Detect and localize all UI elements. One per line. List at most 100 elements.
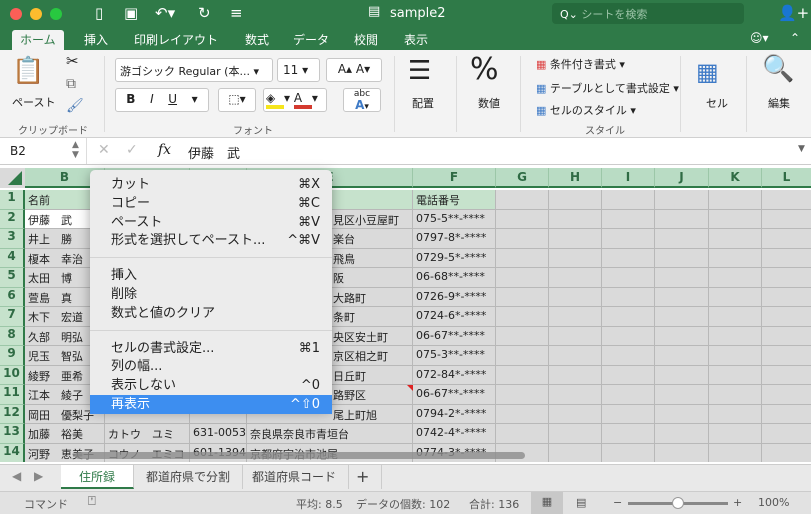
cell-I5[interactable] [602,268,655,288]
zoom-button[interactable] [50,8,62,20]
row-header[interactable]: 4 [0,248,25,268]
customize-toolbar-icon[interactable]: ≡ [230,4,243,22]
row-header[interactable]: 11 [0,385,25,405]
cell-G12[interactable] [496,404,549,424]
insert-function-button[interactable]: fx [158,142,171,158]
zoom-in-button[interactable]: + [733,496,742,509]
cell-J13[interactable] [655,424,709,444]
sheet-tab-address-book[interactable]: 住所録 [61,465,135,489]
sheet-tab-by-prefecture[interactable]: 都道府県で分割 [134,465,244,489]
tab-page-layout[interactable]: 印刷レイアウト [126,30,226,49]
cell-J11[interactable] [655,385,709,405]
cell-J7[interactable] [655,307,709,327]
redo-icon[interactable]: ↻ [198,4,211,22]
zoom-slider-knob[interactable] [672,497,684,509]
find-icon[interactable]: 🔍 [762,54,794,84]
prev-sheet-icon[interactable]: ◀ [12,469,21,483]
cell-G13[interactable] [496,424,549,444]
cell-F2[interactable]: 075-5**-**** [413,209,496,229]
menu-item[interactable]: セルの書式設定... ⌘1 [90,339,332,358]
cell-B13[interactable]: 加藤 裕美 [25,424,105,444]
cell-F10[interactable]: 072-84*-**** [413,365,496,385]
cell-F1[interactable]: 電話番号 [413,190,496,210]
cell-J12[interactable] [655,404,709,424]
font-size-select[interactable]: 11 ▾ [277,58,320,82]
cell-G3[interactable] [496,229,549,249]
cell-D13[interactable]: 631-0053 [190,424,247,444]
cell-F13[interactable]: 0742-4*-**** [413,424,496,444]
cell-G6[interactable] [496,287,549,307]
cell-J4[interactable] [655,248,709,268]
save-icon[interactable]: ▣ [124,4,138,22]
column-header-K[interactable]: K [709,168,762,188]
menu-item[interactable]: カット ⌘X [90,175,332,194]
cell-K11[interactable] [709,385,762,405]
cell-L12[interactable] [762,404,811,424]
tab-data[interactable]: データ [285,30,337,49]
add-sheet-button[interactable]: + [344,465,383,489]
cell-J3[interactable] [655,229,709,249]
underline-button[interactable]: U [168,92,177,108]
cell-I8[interactable] [602,326,655,346]
row-header[interactable]: 6 [0,287,25,307]
row-header[interactable]: 14 [0,443,25,462]
fill-color-icon[interactable]: ◈ [266,91,284,109]
column-header-L[interactable]: L [762,168,811,188]
bold-button[interactable]: B [126,92,135,108]
cell-H1[interactable] [549,190,602,210]
cell-F3[interactable]: 0797-8*-**** [413,229,496,249]
cell-L9[interactable] [762,346,811,366]
cell-K9[interactable] [709,346,762,366]
cell-L6[interactable] [762,287,811,307]
cell-L5[interactable] [762,268,811,288]
font-name-select[interactable]: 游ゴシック Regular (本... ▾ [115,58,273,82]
cell-H9[interactable] [549,346,602,366]
cell-I6[interactable] [602,287,655,307]
cell-K12[interactable] [709,404,762,424]
share-icon[interactable]: 👤+ [778,4,809,22]
cell-K5[interactable] [709,268,762,288]
row-header[interactable]: 2 [0,209,25,229]
cell-F8[interactable]: 06-67**-**** [413,326,496,346]
minimize-button[interactable] [30,8,42,20]
cell-I10[interactable] [602,365,655,385]
align-button[interactable]: 配置 [412,95,434,111]
cell-G8[interactable] [496,326,549,346]
cell-K8[interactable] [709,326,762,346]
cell-I13[interactable] [602,424,655,444]
tab-review[interactable]: 校閲 [346,30,386,49]
cell-I14[interactable] [602,443,655,462]
cell-J1[interactable] [655,190,709,210]
cell-J8[interactable] [655,326,709,346]
cell-I9[interactable] [602,346,655,366]
menu-item[interactable]: 挿入 [90,266,332,285]
cell-H7[interactable] [549,307,602,327]
cell-K3[interactable] [709,229,762,249]
cell-H12[interactable] [549,404,602,424]
cell-K2[interactable] [709,209,762,229]
undo-icon[interactable]: ↶▾ [155,4,175,22]
cell-H2[interactable] [549,209,602,229]
cell-H10[interactable] [549,365,602,385]
cell-F9[interactable]: 075-3**-**** [413,346,496,366]
cell-H6[interactable] [549,287,602,307]
cell-I2[interactable] [602,209,655,229]
cancel-icon[interactable]: ✕ [98,142,110,158]
macro-record-icon[interactable]: ⍞ [88,494,96,509]
cell-L3[interactable] [762,229,811,249]
cell-J9[interactable] [655,346,709,366]
format-as-table-button[interactable]: ▦ テーブルとして書式設定 ▾ [536,80,679,96]
name-box-stepper[interactable]: ▲ ▼ [72,140,79,160]
cell-G10[interactable] [496,365,549,385]
column-header-J[interactable]: J [655,168,709,188]
row-header[interactable]: 13 [0,424,25,444]
zoom-slider[interactable] [628,497,728,509]
decrease-font-icon[interactable]: A▾ [356,62,370,76]
cell-G11[interactable] [496,385,549,405]
cell-J6[interactable] [655,287,709,307]
tab-home[interactable]: ホーム [12,30,64,50]
increase-font-icon[interactable]: A▴ [338,62,352,76]
font-size-buttons[interactable]: A▴ A▾ [326,58,382,82]
cell-F7[interactable]: 0724-6*-**** [413,307,496,327]
font-color-icon[interactable]: A [293,91,312,109]
